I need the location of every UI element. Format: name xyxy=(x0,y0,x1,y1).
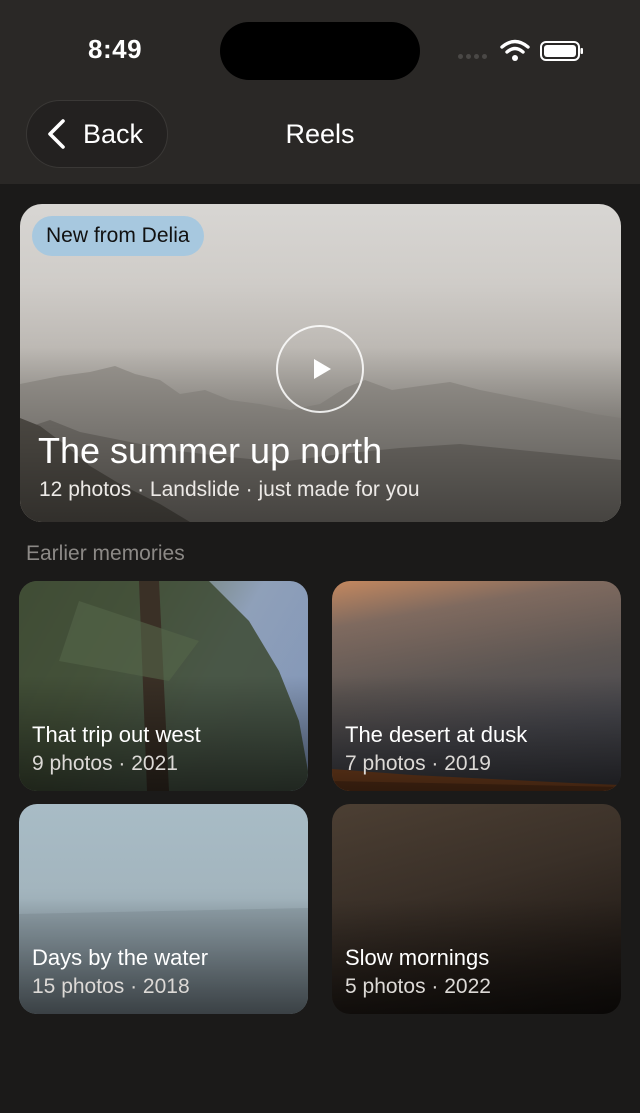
memory-subtitle: 9 photos · 2021 xyxy=(32,752,178,775)
memory-title: That trip out west xyxy=(32,722,201,747)
memory-title: Slow mornings xyxy=(345,945,490,970)
featured-reel-card[interactable]: New from Delia The summer up north 12 ph… xyxy=(20,204,621,522)
section-label: Earlier memories xyxy=(26,542,185,565)
hero-title: The summer up north xyxy=(38,430,383,471)
hero-subtitle: 12 photos · Landslide · just made for yo… xyxy=(39,478,420,501)
new-from-badge: New from Delia xyxy=(32,216,204,256)
cellular-signal-icon xyxy=(458,54,487,59)
memory-card[interactable]: The desert at dusk 7 photos · 2019 xyxy=(332,581,621,791)
status-time: 8:49 xyxy=(88,34,143,64)
battery-icon xyxy=(540,41,583,61)
memory-subtitle: 5 photos · 2022 xyxy=(345,975,491,998)
memory-title: The desert at dusk xyxy=(345,722,528,747)
memory-subtitle: 7 photos · 2019 xyxy=(345,752,491,775)
memory-card[interactable]: That trip out west 9 photos · 2021 xyxy=(19,581,308,791)
memory-title: Days by the water xyxy=(32,945,209,970)
memory-subtitle: 15 photos · 2018 xyxy=(32,975,190,998)
wifi-icon xyxy=(500,39,530,61)
memory-card[interactable]: Days by the water 15 photos · 2018 xyxy=(19,804,308,1014)
play-button[interactable] xyxy=(276,325,364,413)
dynamic-island xyxy=(220,22,420,80)
play-icon xyxy=(314,359,331,379)
memory-card[interactable]: Slow mornings 5 photos · 2022 xyxy=(332,804,621,1014)
page-title: Reels xyxy=(285,119,355,149)
top-bar: 8:49 Back Reels xyxy=(0,0,640,184)
